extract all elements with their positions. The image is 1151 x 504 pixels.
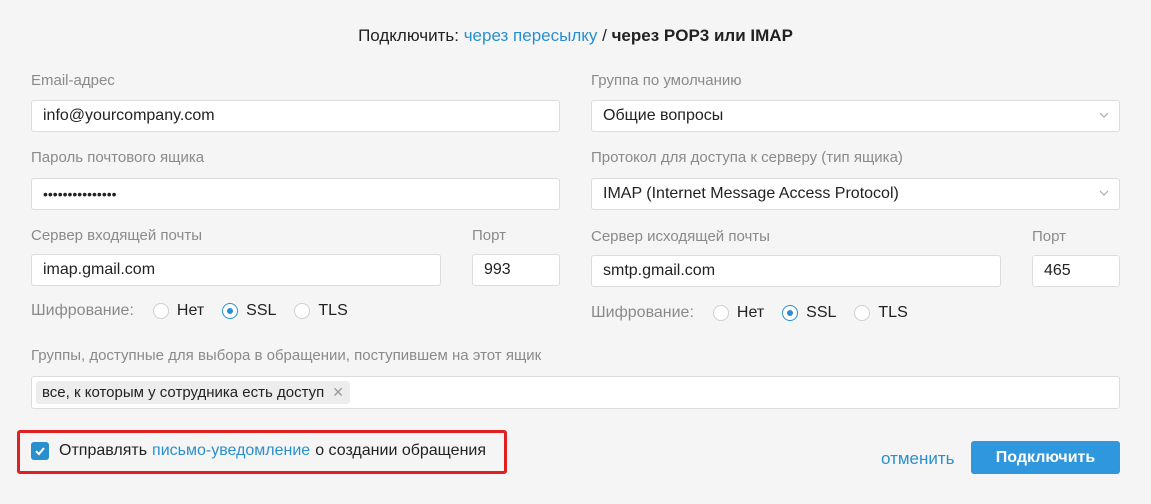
incoming-server-label: Сервер входящей почты (31, 227, 203, 244)
protocol-label: Протокол для доступа к серверу (тип ящик… (591, 149, 903, 166)
option-label: TLS (318, 302, 348, 319)
connect-method-header: Подключить: через пересылку / через POP3… (0, 26, 1151, 46)
group-tag: все, к которым у сотрудника есть доступ … (36, 381, 350, 404)
radio-none[interactable] (152, 303, 169, 319)
option-label: Нет (176, 302, 205, 319)
connect-button[interactable]: Подключить (971, 441, 1120, 474)
outgoing-encryption: Шифрование: Нет SSL TLS (591, 304, 926, 322)
default-group-label: Группа по умолчанию (591, 72, 742, 89)
email-label: Email-адрес (31, 72, 115, 89)
encryption-option-tls[interactable]: TLS (854, 304, 908, 322)
password-field[interactable]: ••••••••••••••• (31, 178, 560, 210)
option-label: TLS (878, 304, 908, 321)
chevron-down-icon (1099, 112, 1109, 118)
encryption-option-none[interactable]: Нет (712, 304, 765, 322)
encryption-label: Шифрование: (31, 302, 134, 319)
groups-multiselect[interactable]: все, к которым у сотрудника есть доступ … (31, 376, 1120, 409)
notify-prefix: Отправлять (59, 442, 148, 459)
protocol-select[interactable]: IMAP (Internet Message Access Protocol) (591, 178, 1120, 210)
groups-label: Группы, доступные для выбора в обращении… (31, 347, 542, 364)
outgoing-port-label: Порт (1032, 228, 1067, 245)
header-separator: / (597, 26, 612, 45)
cancel-link[interactable]: отменить (881, 449, 955, 469)
radio-ssl[interactable] (782, 305, 799, 321)
default-group-value: Общие вопросы (603, 107, 724, 124)
close-icon[interactable]: ✕ (332, 384, 344, 401)
incoming-port-field[interactable]: 993 (472, 254, 560, 286)
header-prefix: Подключить: (358, 26, 459, 45)
group-tag-label: все, к которым у сотрудника есть доступ (42, 384, 325, 401)
option-label: SSL (246, 302, 277, 319)
outgoing-server-field[interactable]: smtp.gmail.com (591, 255, 1001, 287)
encryption-option-none[interactable]: Нет (152, 302, 205, 320)
radio-ssl[interactable] (222, 303, 239, 319)
email-field[interactable]: info@yourcompany.com (31, 100, 560, 132)
chevron-down-icon (1099, 190, 1109, 196)
option-label: SSL (806, 304, 837, 321)
radio-tls[interactable] (294, 303, 311, 319)
encryption-option-tls[interactable]: TLS (294, 302, 348, 320)
incoming-port-value: 993 (484, 261, 511, 278)
incoming-server-field[interactable]: imap.gmail.com (31, 254, 441, 286)
checkmark-icon (35, 447, 45, 456)
outgoing-port-field[interactable]: 465 (1032, 255, 1120, 287)
notify-option[interactable]: Отправлять письмо-уведомление о создании… (31, 442, 486, 460)
encryption-label: Шифрование: (591, 304, 694, 321)
incoming-encryption: Шифрование: Нет SSL TLS (31, 302, 366, 320)
encryption-option-ssl[interactable]: SSL (222, 302, 276, 320)
notify-suffix: о создании обращения (315, 442, 486, 459)
outgoing-port-value: 465 (1044, 262, 1071, 279)
current-method: через POP3 или IMAP (611, 26, 793, 45)
notification-letter-link[interactable]: письмо-уведомление (152, 442, 310, 460)
radio-tls[interactable] (854, 305, 871, 321)
password-label: Пароль почтового ящика (31, 149, 205, 166)
outgoing-server-label: Сервер исходящей почты (591, 228, 770, 245)
outgoing-server-value: smtp.gmail.com (603, 262, 716, 279)
default-group-select[interactable]: Общие вопросы (591, 100, 1120, 132)
email-value: info@yourcompany.com (43, 107, 215, 124)
protocol-value: IMAP (Internet Message Access Protocol) (603, 185, 899, 202)
incoming-port-label: Порт (472, 227, 507, 244)
forwarding-link[interactable]: через пересылку (464, 26, 598, 45)
radio-none[interactable] (712, 305, 729, 321)
incoming-server-value: imap.gmail.com (43, 261, 156, 278)
password-value: ••••••••••••••• (43, 186, 117, 202)
encryption-option-ssl[interactable]: SSL (782, 304, 836, 322)
option-label: Нет (736, 304, 765, 321)
notify-checkbox[interactable] (31, 442, 49, 460)
